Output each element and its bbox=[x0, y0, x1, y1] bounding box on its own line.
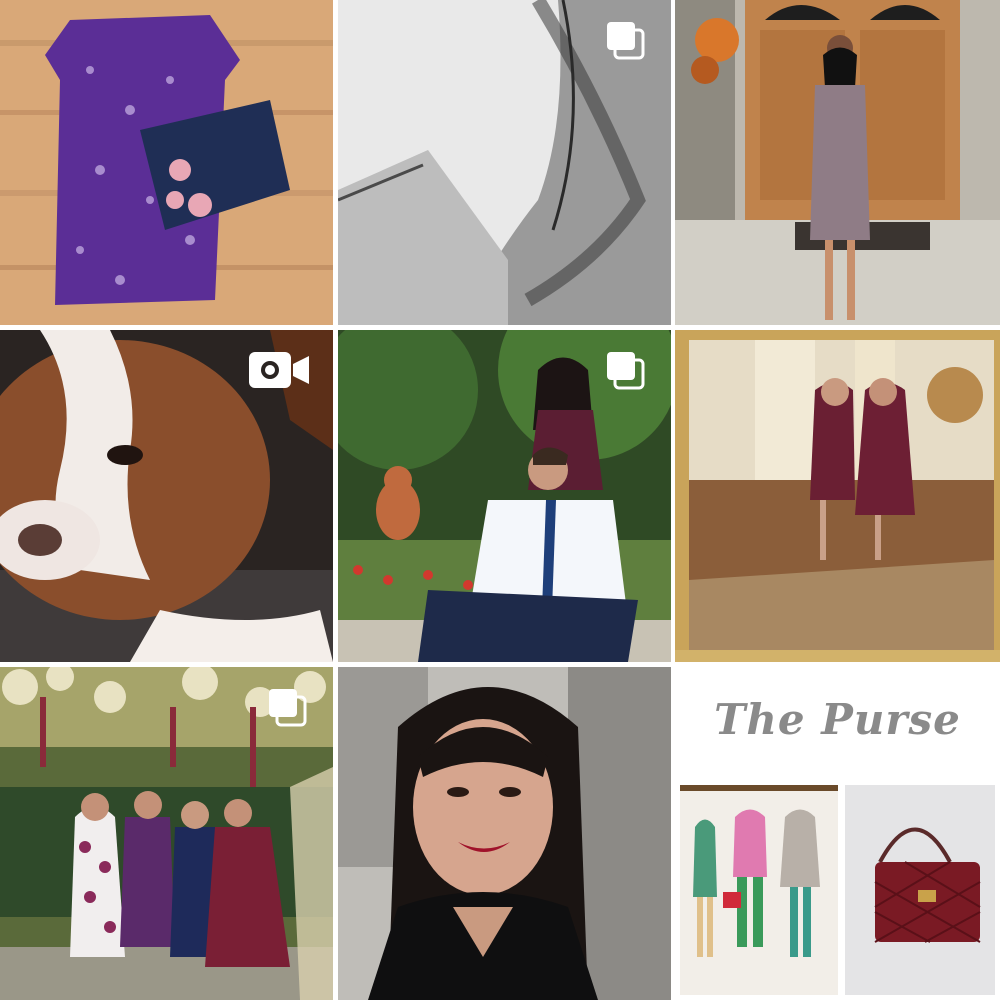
post-tile-2[interactable] bbox=[338, 0, 671, 325]
post-tile-8[interactable] bbox=[338, 667, 671, 1000]
multiple-images-icon bbox=[603, 18, 647, 62]
post-image-purse-collage bbox=[680, 785, 995, 995]
post-tile-9[interactable]: The Purse bbox=[675, 667, 1000, 1000]
post-tile-6[interactable] bbox=[675, 330, 1000, 662]
post-image-mirror-selfie bbox=[675, 330, 1000, 662]
post-image-purple-dress bbox=[0, 0, 333, 325]
multiple-images-icon bbox=[265, 685, 309, 729]
post-tile-7[interactable] bbox=[0, 667, 333, 1000]
post-tile-5[interactable] bbox=[338, 330, 671, 662]
photo-grid: The Purse bbox=[0, 0, 1000, 1000]
post-tile-4[interactable] bbox=[0, 330, 333, 662]
multiple-images-icon bbox=[603, 348, 647, 392]
post-tile-1[interactable] bbox=[0, 0, 333, 325]
post-image-car-selfie bbox=[338, 667, 671, 1000]
post-image-sequin-dress bbox=[675, 0, 1000, 325]
post-tile-3[interactable] bbox=[675, 0, 1000, 325]
video-camera-icon bbox=[247, 348, 311, 392]
